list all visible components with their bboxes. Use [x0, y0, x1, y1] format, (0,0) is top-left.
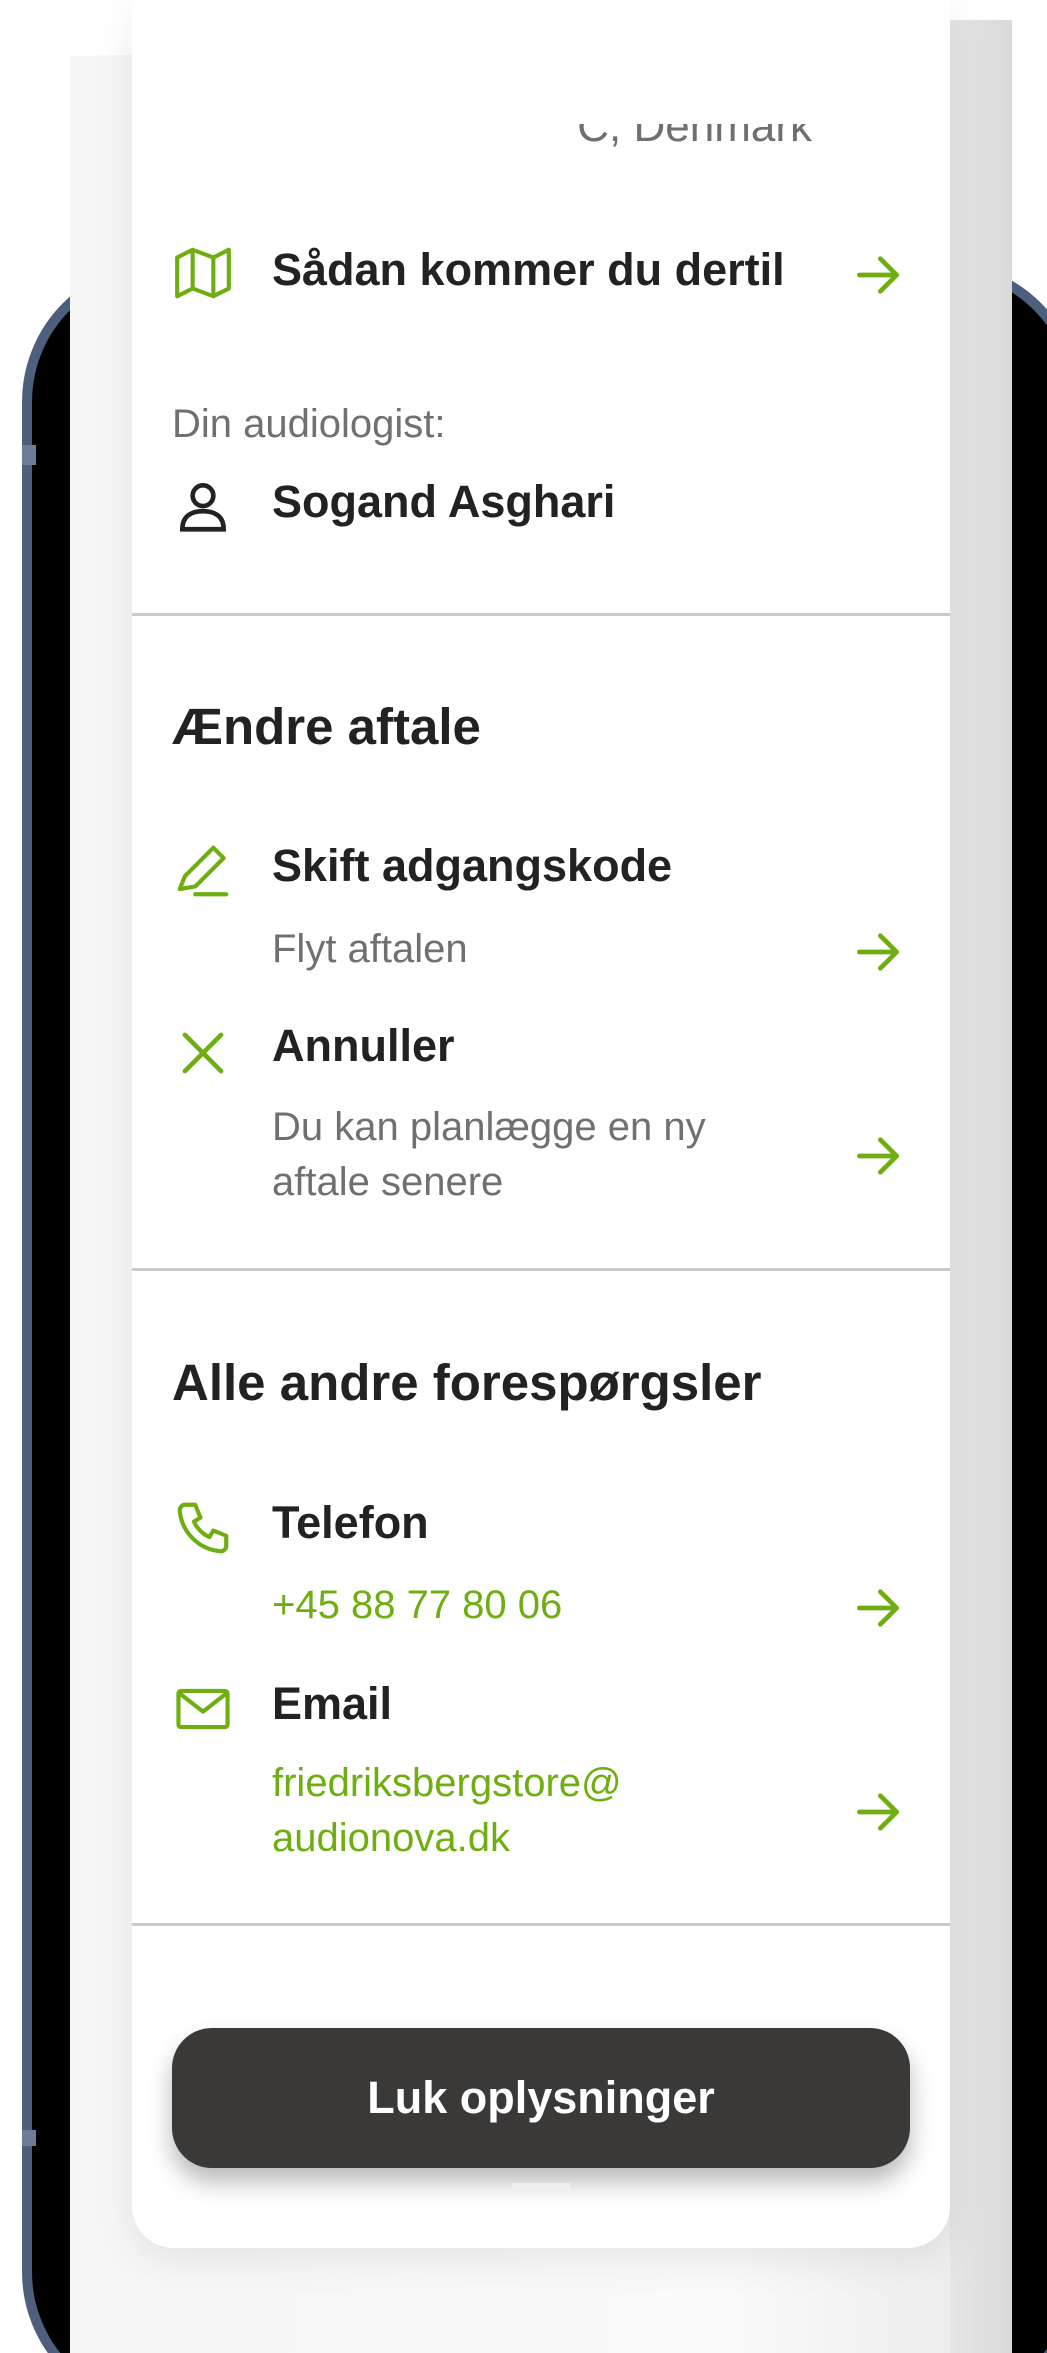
arrow-right-icon	[850, 247, 906, 303]
arrow-right-icon	[850, 1784, 906, 1840]
mail-icon	[170, 1676, 236, 1742]
email-label: Email	[272, 1678, 393, 1729]
divider	[132, 1923, 950, 1926]
person-icon	[170, 473, 236, 539]
phone-side-button	[22, 2130, 36, 2146]
clinic-address: Frederiksberg C, Denmark	[293, 102, 812, 151]
reschedule-subtitle: Flyt aftalen	[272, 927, 468, 971]
email-address-line2[interactable]: audionova.dk	[272, 1811, 510, 1866]
cancel-subtitle-line2: aftale senere	[272, 1160, 504, 1204]
email-address-line1[interactable]: friedriksbergstore@	[272, 1756, 622, 1811]
arrow-right-icon	[850, 924, 906, 980]
section-title-contact: Alle andre forespørgsler	[172, 1354, 762, 1411]
audiologist-name: Sogand Asghari	[272, 476, 616, 527]
home-indicator	[512, 2183, 570, 2191]
phone-side-button	[22, 445, 36, 465]
close-details-button[interactable]: Luk oplysninger	[172, 2028, 910, 2168]
divider	[132, 1268, 950, 1271]
divider	[132, 613, 950, 616]
appointment-details-card: Frederiksberg C, Denmark Sådan kommer du…	[132, 0, 950, 2248]
phone-icon	[170, 1495, 236, 1561]
arrow-right-icon	[850, 1128, 906, 1184]
section-title-change: Ændre aftale	[172, 698, 481, 755]
map-icon	[170, 240, 236, 306]
close-x-icon	[170, 1020, 236, 1086]
phone-label: Telefon	[272, 1497, 429, 1548]
pencil-icon	[170, 838, 236, 904]
arrow-right-icon	[850, 1580, 906, 1636]
reschedule-title: Skift adgangskode	[272, 840, 673, 891]
phone-number[interactable]: +45 88 77 80 06	[272, 1578, 562, 1633]
cancel-subtitle-line1: Du kan planlægge en ny	[272, 1105, 706, 1149]
cancel-title: Annuller	[272, 1020, 455, 1071]
audiologist-label: Din audiologist:	[172, 402, 446, 446]
sheet-shadow	[950, 20, 1012, 2353]
directions-label: Sådan kommer du dertil	[272, 244, 785, 295]
